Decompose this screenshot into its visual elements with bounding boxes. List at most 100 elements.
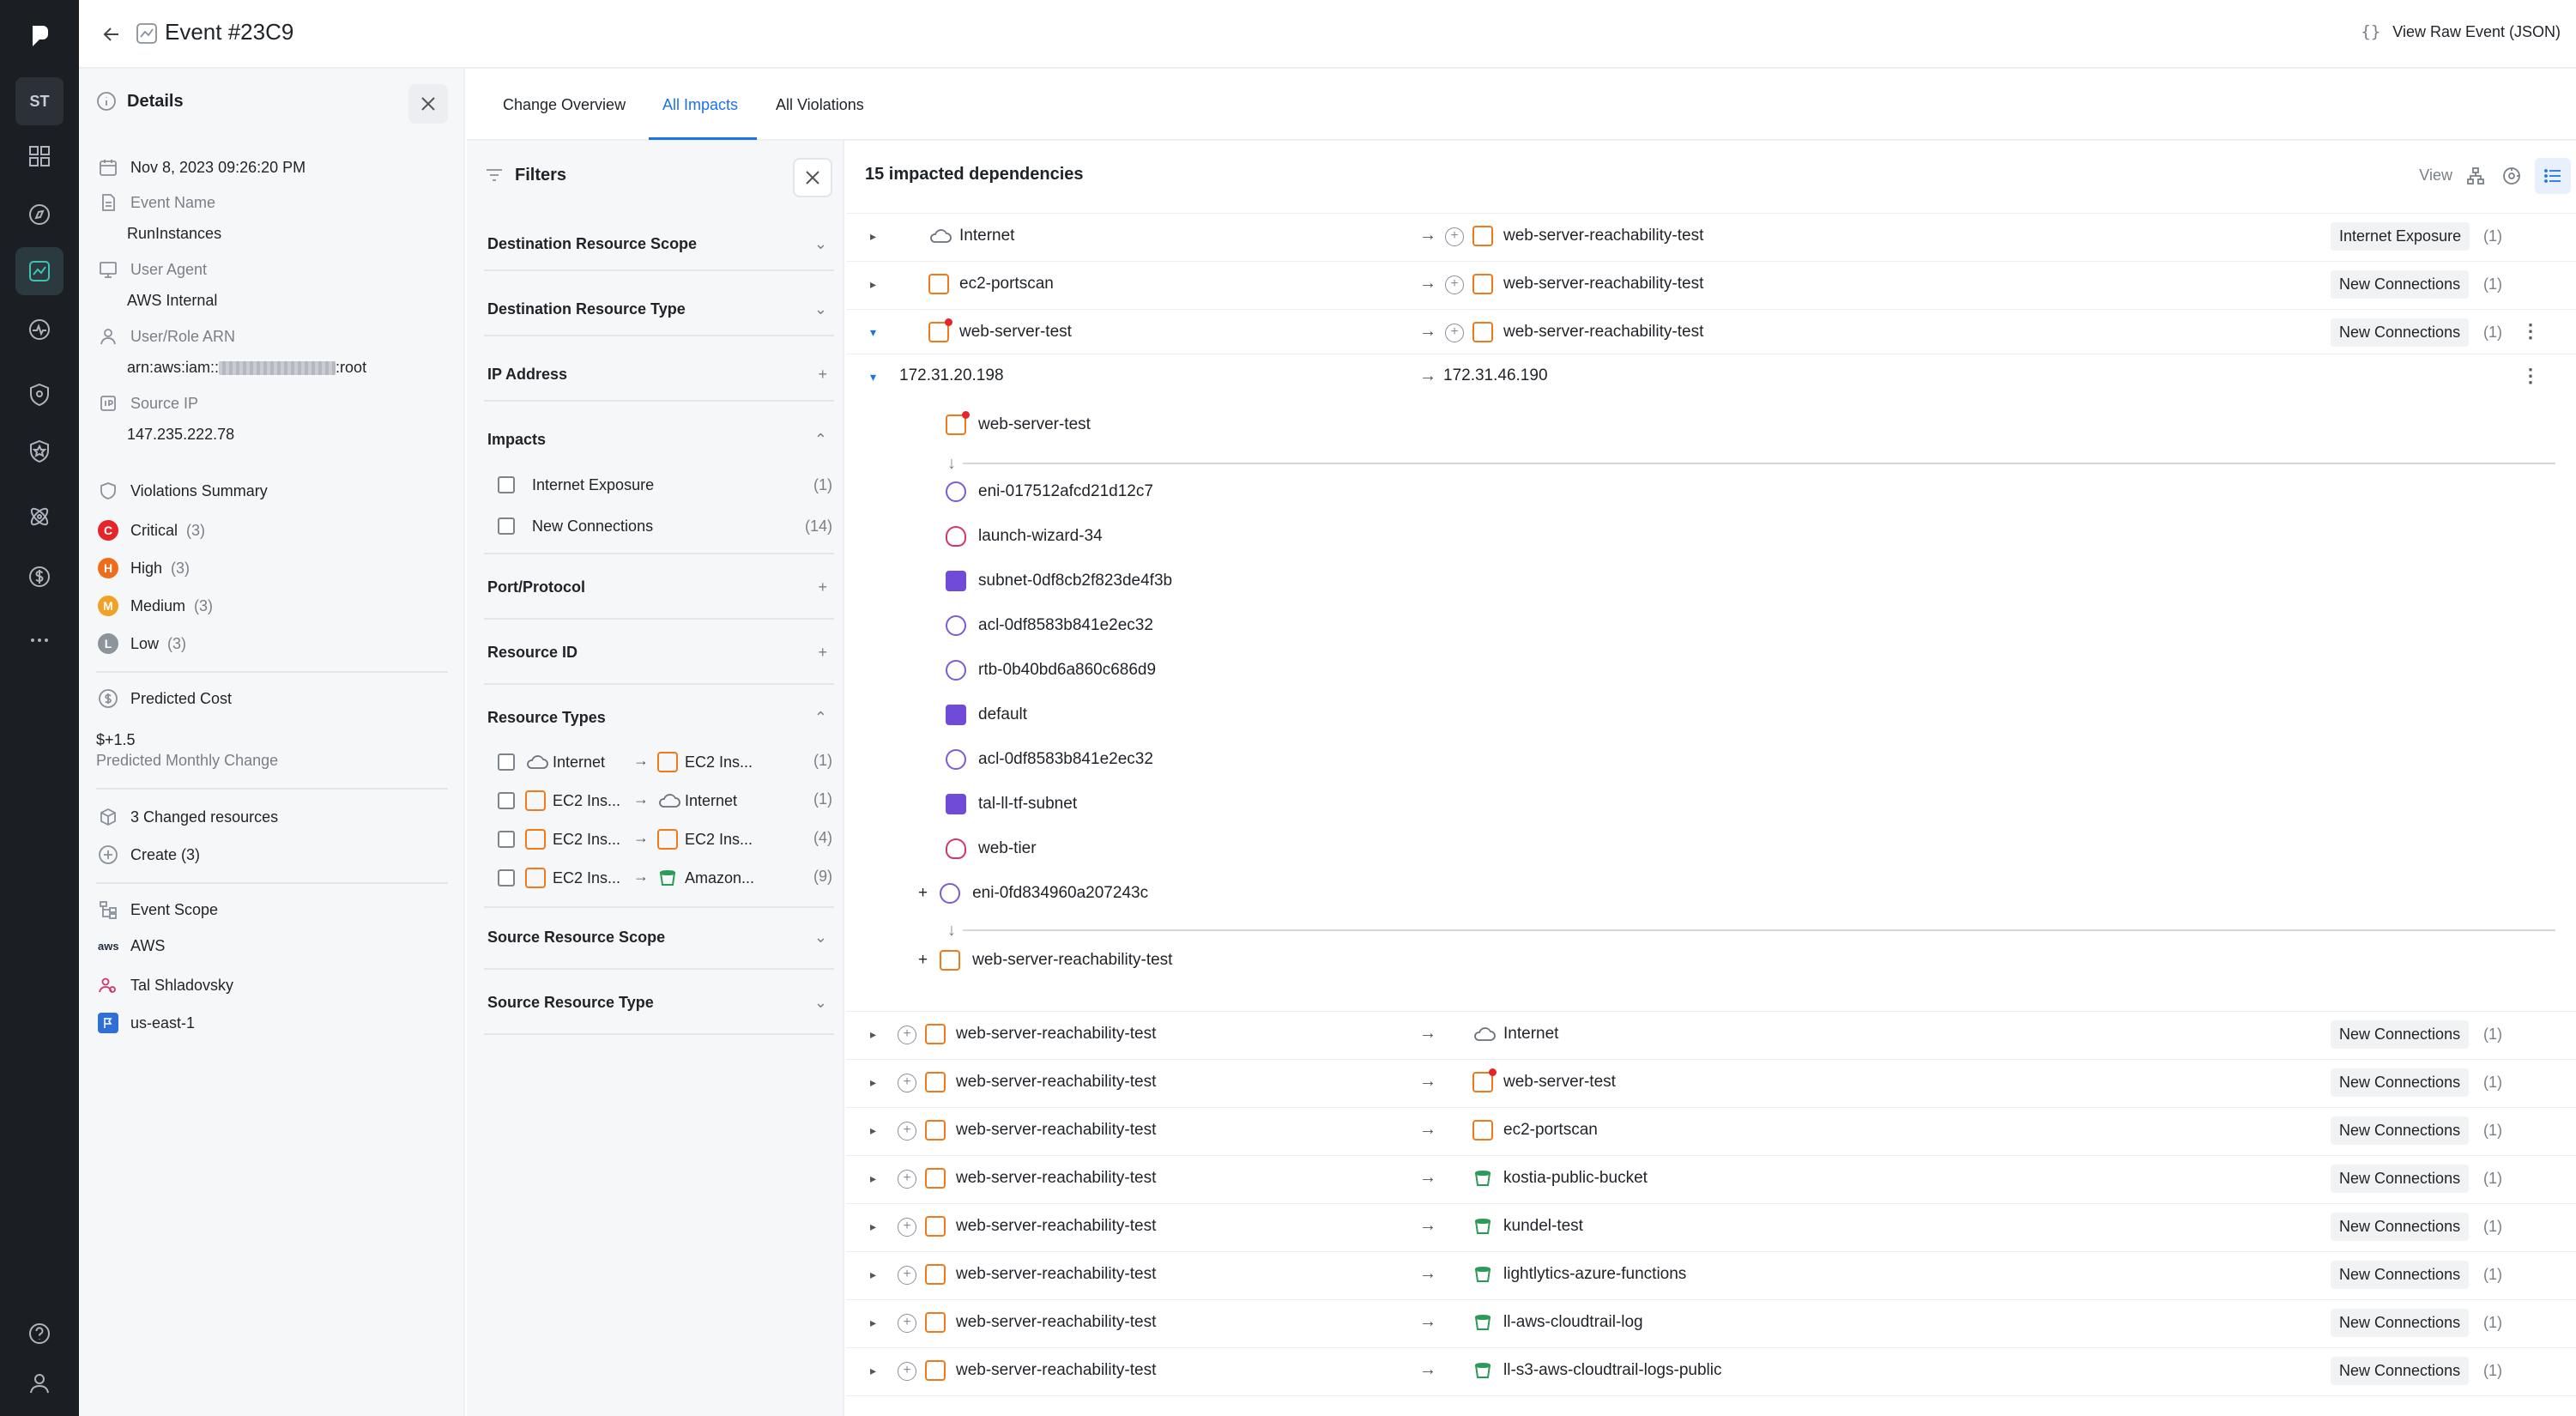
violation-low[interactable]: L Low (3) (98, 633, 186, 654)
filter-ip-address[interactable]: IP Address + (487, 366, 834, 384)
more-vertical-icon[interactable]: ⋮ (2521, 320, 2540, 342)
create-count-row[interactable]: Create (3) (98, 844, 200, 865)
add-circle-icon[interactable]: + (898, 1314, 916, 1333)
list-view-button[interactable] (2535, 158, 2571, 194)
add-circle-icon[interactable]: + (898, 1218, 916, 1237)
impact-row[interactable]: ▸ + web-server-reachability-test → kunde… (846, 1203, 2576, 1251)
add-circle-icon[interactable]: + (898, 1170, 916, 1189)
impact-row[interactable]: ▸ ec2-portscan → + web-server-reachabili… (846, 261, 2576, 309)
path-node[interactable]: + web-server-reachability-test (918, 950, 1172, 971)
flow-view-button[interactable] (2494, 158, 2530, 194)
dashboard-icon[interactable] (15, 132, 63, 180)
tab-change-overview[interactable]: Change Overview (503, 94, 626, 115)
expand-caret-icon[interactable]: ▸ (870, 1268, 876, 1282)
profile-icon[interactable] (15, 1359, 63, 1407)
path-node[interactable]: rtb-0b40bd6a860c686d9 (946, 660, 1156, 681)
expand-caret-icon[interactable]: ▸ (870, 229, 876, 244)
view-raw-event-button[interactable]: {} View Raw Event (JSON) (2361, 21, 2561, 43)
checkbox-resource-type[interactable] (498, 869, 515, 887)
impact-row-expanded[interactable]: ▾ web-server-test → + web-server-reachab… (846, 309, 2576, 357)
tab-all-violations[interactable]: All Violations (776, 94, 864, 115)
expand-caret-icon[interactable]: ▸ (870, 1219, 876, 1234)
violation-high[interactable]: H High (3) (98, 558, 190, 578)
user-role-suffix: :root (336, 359, 367, 376)
events-icon[interactable] (15, 247, 63, 295)
path-node[interactable]: acl-0df8583b841e2ec32 (946, 615, 1153, 636)
impact-row[interactable]: ▸ + web-server-reachability-test → kosti… (846, 1155, 2576, 1203)
expand-caret-icon[interactable]: ▸ (870, 1027, 876, 1042)
tab-all-impacts[interactable]: All Impacts (662, 94, 738, 115)
add-circle-icon[interactable]: + (918, 884, 928, 903)
path-node[interactable]: tal-ll-tf-subnet (946, 794, 1077, 814)
path-node[interactable]: web-server-test (946, 411, 1091, 435)
impact-row[interactable]: ▸ + web-server-reachability-test → web-s… (846, 1059, 2576, 1107)
help-icon[interactable] (15, 1310, 63, 1358)
expand-caret-icon[interactable]: ▸ (870, 1123, 876, 1138)
more-vertical-icon[interactable]: ⋮ (2521, 365, 2540, 387)
add-circle-icon[interactable]: + (898, 1266, 916, 1285)
checkbox-resource-type[interactable] (498, 753, 515, 771)
violation-medium[interactable]: M Medium (3) (98, 596, 213, 616)
path-node[interactable]: launch-wizard-34 (946, 526, 1103, 547)
user-avatar[interactable]: ST (15, 77, 63, 125)
add-circle-icon[interactable]: + (918, 951, 928, 970)
collapse-caret-icon[interactable]: ▾ (870, 370, 876, 384)
activity-icon[interactable] (15, 306, 63, 354)
add-circle-icon[interactable]: + (1445, 227, 1464, 246)
expand-caret-icon[interactable]: ▸ (870, 1316, 876, 1330)
impact-row[interactable]: ▸ + web-server-reachability-test → ll-s3… (846, 1347, 2576, 1395)
ip-path-row[interactable]: ▾ 172.31.20.198 → 172.31.46.190 ⋮ (846, 354, 2576, 402)
add-circle-icon[interactable]: + (1445, 324, 1464, 342)
compass-icon[interactable] (15, 191, 63, 239)
scope-region[interactable]: us-east-1 (98, 1013, 195, 1033)
expand-caret-icon[interactable]: ▸ (870, 1364, 876, 1378)
expand-caret-icon[interactable]: ▸ (870, 277, 876, 292)
checkbox-resource-type[interactable] (498, 831, 515, 848)
add-circle-icon[interactable]: + (898, 1074, 916, 1092)
user-agent-value: AWS Internal (127, 292, 218, 309)
impact-row[interactable]: ▸ + web-server-reachability-test → Inter… (846, 1011, 2576, 1059)
path-node[interactable]: + eni-0fd834960a207243c (918, 883, 1148, 904)
filter-source-scope[interactable]: Source Resource Scope ⌄ (487, 929, 834, 947)
path-node[interactable]: web-tier (946, 838, 1037, 859)
filter-port-protocol[interactable]: Port/Protocol + (487, 578, 834, 596)
violation-critical[interactable]: C Critical (3) (98, 520, 205, 541)
atom-icon[interactable] (15, 493, 63, 541)
add-circle-icon[interactable]: + (898, 1122, 916, 1141)
scope-aws[interactable]: aws AWS (98, 937, 165, 955)
checkbox-new-connections[interactable] (498, 517, 515, 535)
filter-destination-type[interactable]: Destination Resource Type ⌄ (487, 300, 834, 318)
shield-star-icon[interactable] (15, 427, 63, 475)
filter-destination-scope[interactable]: Destination Resource Scope ⌄ (487, 235, 834, 253)
checkbox-internet-exposure[interactable] (498, 476, 515, 493)
close-details-button[interactable] (408, 84, 448, 124)
expand-caret-icon[interactable]: ▸ (870, 1171, 876, 1186)
expand-caret-icon[interactable]: ▸ (870, 1075, 876, 1090)
impact-row[interactable]: ▸ + web-server-reachability-test → ec2-p… (846, 1107, 2576, 1155)
path-node[interactable]: default (946, 705, 1027, 725)
back-arrow-icon[interactable] (96, 19, 127, 50)
cost-icon[interactable] (15, 553, 63, 601)
add-circle-icon[interactable]: + (898, 1026, 916, 1044)
impact-row[interactable]: ▸ + web-server-reachability-test → light… (846, 1251, 2576, 1299)
filter-impacts[interactable]: Impacts ⌃ (487, 431, 834, 449)
add-circle-icon[interactable]: + (1445, 275, 1464, 294)
shield-icon[interactable] (15, 371, 63, 419)
graph-view-button[interactable] (2458, 158, 2494, 194)
filter-resource-id[interactable]: Resource ID + (487, 644, 834, 662)
more-icon[interactable] (15, 616, 63, 664)
logo-icon[interactable] (15, 12, 63, 60)
impact-row[interactable]: ▸ + web-server-reachability-test → ll-aw… (846, 1299, 2576, 1347)
path-node[interactable]: subnet-0df8cb2f823de4f3b (946, 571, 1172, 591)
collapse-caret-icon[interactable]: ▾ (870, 325, 876, 340)
impact-row[interactable]: ▸ Internet → + web-server-reachability-t… (846, 213, 2576, 261)
path-node[interactable]: eni-017512afcd21d12c7 (946, 481, 1153, 502)
path-node[interactable]: acl-0df8583b841e2ec32 (946, 749, 1153, 770)
filter-source-type[interactable]: Source Resource Type ⌄ (487, 994, 834, 1012)
view-raw-event-label: View Raw Event (JSON) (2392, 23, 2561, 40)
add-circle-icon[interactable]: + (898, 1362, 916, 1381)
close-filters-button[interactable] (793, 158, 832, 197)
filter-resource-types[interactable]: Resource Types ⌃ (487, 709, 834, 727)
checkbox-resource-type[interactable] (498, 792, 515, 809)
scope-user[interactable]: Tal Shladovsky (98, 975, 233, 995)
